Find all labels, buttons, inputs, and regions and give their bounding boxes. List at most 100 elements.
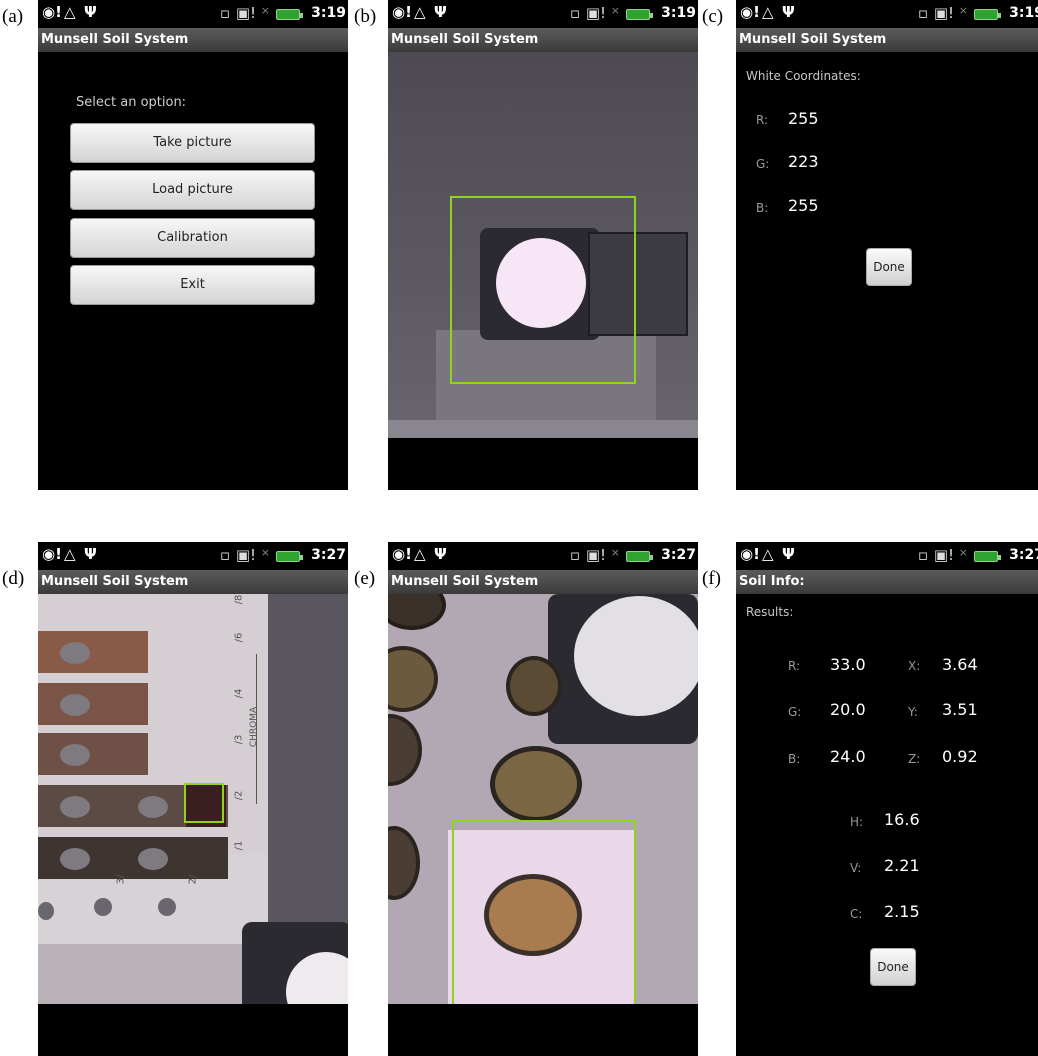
- white-coordinates-content: White Coordinates: R: 255 G: 223 B: 255 …: [736, 52, 1038, 490]
- warning-icon: △: [414, 545, 426, 563]
- chroma-tick: /4: [233, 688, 245, 699]
- x-value: 3.64: [942, 655, 978, 674]
- take-picture-button[interactable]: Take picture: [70, 123, 315, 163]
- no-signal-icon: ×: [958, 546, 968, 559]
- menu-content: Select an option: Take picture Load pict…: [38, 52, 348, 490]
- message-icon: ▣!: [933, 546, 954, 564]
- gps-icon: ◉!: [392, 545, 412, 563]
- warning-icon: △: [762, 545, 774, 563]
- value-tick: 2/: [187, 874, 199, 885]
- panel-label: (c): [702, 6, 724, 27]
- vibrate-icon: ▫: [917, 4, 928, 22]
- b-value: 255: [788, 196, 819, 215]
- camera-preview[interactable]: [388, 594, 698, 1004]
- title-bar: Soil Info:: [736, 570, 1038, 594]
- done-button[interactable]: Done: [866, 248, 912, 286]
- color-chip: [38, 631, 148, 673]
- g-value: 20.0: [830, 700, 866, 719]
- panel-label: (e): [354, 568, 376, 589]
- message-icon: ▣!: [235, 4, 256, 22]
- clock: 3:27: [1009, 547, 1038, 563]
- title-bar: Munsell Soil System: [388, 570, 698, 594]
- gps-icon: ◉!: [392, 3, 412, 21]
- v-value: 2.21: [884, 856, 920, 875]
- title-bar: Munsell Soil System: [736, 28, 1038, 52]
- y-value: 3.51: [942, 700, 978, 719]
- no-signal-icon: ×: [958, 4, 968, 17]
- g-value: 223: [788, 152, 819, 171]
- soil-sample-dish: [388, 646, 438, 712]
- warning-icon: △: [414, 3, 426, 21]
- soil-sample-dish: [388, 826, 420, 900]
- camera-preview[interactable]: /6 /4 /3 /2 /1 /8 CHROMA 3/ 2/: [38, 594, 348, 1004]
- heading: Results:: [746, 605, 794, 619]
- gps-icon: ◉!: [42, 545, 62, 563]
- table-edge: [388, 420, 698, 438]
- c-value: 2.15: [884, 902, 920, 921]
- selection-box[interactable]: [450, 196, 636, 384]
- gps-icon: ◉!: [740, 545, 760, 563]
- no-signal-icon: ×: [610, 546, 620, 559]
- warning-icon: △: [64, 3, 76, 21]
- usb-icon: Ψ: [434, 545, 447, 563]
- y-label: Y:: [908, 705, 918, 719]
- status-bar: ◉! △ Ψ ▫ ▣! × 3:19: [38, 0, 348, 28]
- color-chip: [38, 683, 148, 725]
- load-picture-button[interactable]: Load picture: [70, 170, 315, 210]
- selection-box[interactable]: [452, 820, 636, 1004]
- chroma-tick: /8: [233, 594, 245, 605]
- camera-preview[interactable]: [388, 52, 698, 438]
- b-label: B:: [756, 201, 769, 215]
- gps-icon: ◉!: [740, 3, 760, 21]
- status-bar: ◉! △ Ψ ▫ ▣! × 3:19: [736, 0, 1038, 28]
- chart-hole: [158, 898, 176, 916]
- h-label: H:: [850, 815, 864, 829]
- exit-button[interactable]: Exit: [70, 265, 315, 305]
- selection-box[interactable]: [184, 783, 224, 823]
- chart-hole: [138, 848, 168, 870]
- g-label: G:: [788, 705, 802, 719]
- phone-screen-calibration-camera: ◉! △ Ψ ▫ ▣! × 3:19 Munsell Soil System: [388, 0, 698, 490]
- vibrate-icon: ▫: [917, 546, 928, 564]
- soil-sample-dish: [490, 746, 582, 822]
- no-signal-icon: ×: [260, 4, 270, 17]
- x-label: X:: [908, 659, 921, 673]
- clock: 3:27: [311, 547, 346, 563]
- z-label: Z:: [908, 752, 921, 766]
- done-button[interactable]: Done: [870, 948, 916, 986]
- panel-label: (f): [702, 568, 721, 589]
- clock: 3:19: [1009, 5, 1038, 21]
- battery-icon: [626, 551, 653, 562]
- battery-icon: [974, 9, 1001, 20]
- prompt-text: Select an option:: [76, 95, 187, 110]
- chroma-tick: /3: [233, 734, 245, 745]
- b-label: B:: [788, 752, 801, 766]
- no-signal-icon: ×: [610, 4, 620, 17]
- clock: 3:19: [661, 5, 696, 21]
- chart-hole: [60, 848, 90, 870]
- vibrate-icon: ▫: [569, 4, 580, 22]
- white-reference-disc: [574, 596, 698, 716]
- message-icon: ▣!: [585, 4, 606, 22]
- panel-label: (b): [354, 6, 377, 27]
- battery-icon: [626, 9, 653, 20]
- calibration-button[interactable]: Calibration: [70, 218, 315, 258]
- battery-icon: [276, 551, 303, 562]
- status-bar: ◉! △ Ψ ▫ ▣! × 3:27: [736, 542, 1038, 570]
- phone-screen-soil-info: ◉! △ Ψ ▫ ▣! × 3:27 Soil Info: Results: R…: [736, 542, 1038, 1056]
- warning-icon: △: [64, 545, 76, 563]
- usb-icon: Ψ: [782, 545, 795, 563]
- chart-hole: [60, 796, 90, 818]
- background-surface: [268, 594, 348, 944]
- status-bar: ◉! △ Ψ ▫ ▣! × 3:19: [388, 0, 698, 28]
- panel-label: (d): [2, 568, 25, 589]
- chart-hole: [138, 796, 168, 818]
- title-bar: Munsell Soil System: [38, 570, 348, 594]
- v-label: V:: [850, 861, 862, 875]
- vibrate-icon: ▫: [569, 546, 580, 564]
- r-value: 33.0: [830, 655, 866, 674]
- h-value: 16.6: [884, 810, 920, 829]
- b-value: 24.0: [830, 747, 866, 766]
- phone-screen-white-coordinates: ◉! △ Ψ ▫ ▣! × 3:19 Munsell Soil System W…: [736, 0, 1038, 490]
- status-bar: ◉! △ Ψ ▫ ▣! × 3:27: [388, 542, 698, 570]
